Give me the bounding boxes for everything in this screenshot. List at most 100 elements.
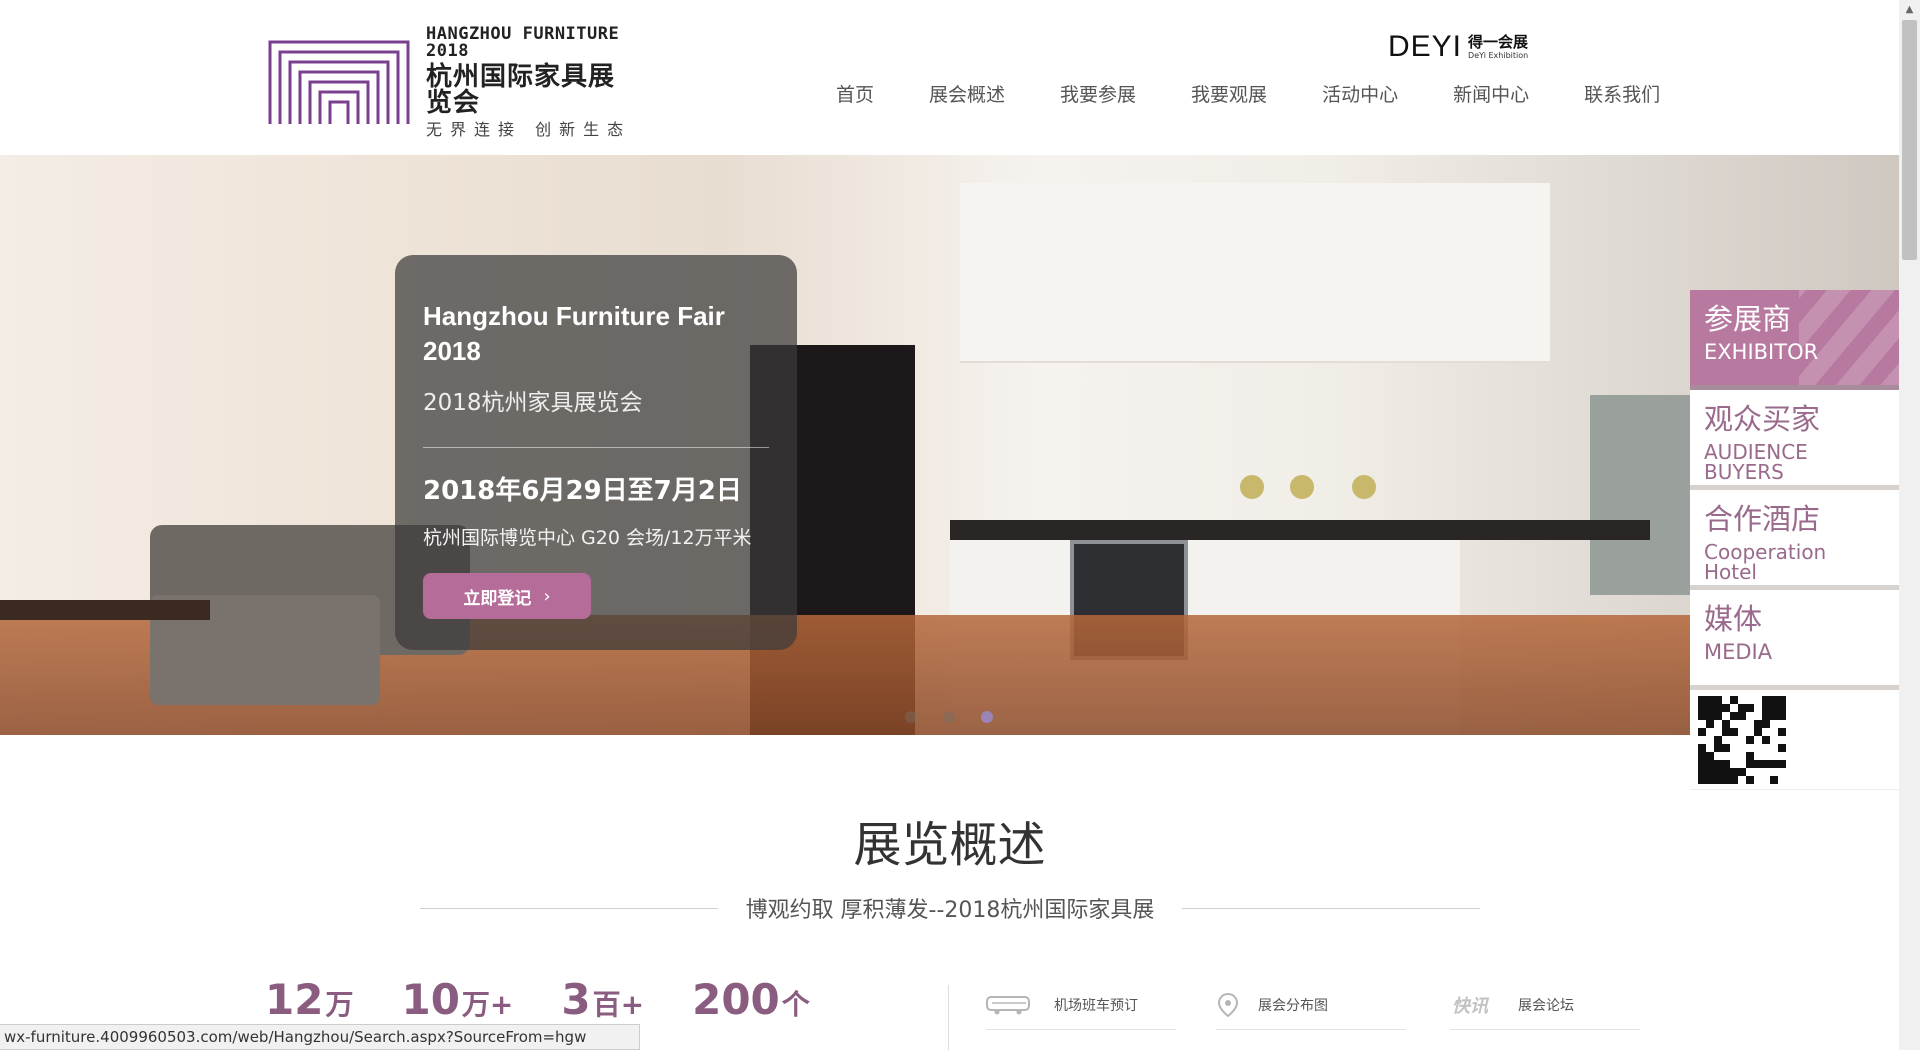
qr-module [1746,776,1754,784]
stat-number: 12 [265,975,324,1024]
logo-cn-title: 杭州国际家具展览会 [426,62,616,118]
deyi-logo[interactable]: DEYI 得一会展 DeYi Exhibition [1388,30,1528,64]
stat-area: 12 万 [265,975,353,1024]
qr-module [1778,768,1786,776]
hero-bg-plant [1352,475,1376,499]
nav-item-exhibit[interactable]: 我要参展 [1060,80,1136,107]
hero-title: Hangzhou Furniture Fair 2018 [423,301,725,367]
slide-dot[interactable] [905,711,917,723]
map-pin-icon [1216,993,1240,1017]
qr-module [1730,704,1738,712]
qr-module [1762,712,1770,720]
qr-module [1722,736,1730,744]
stats-divider [948,985,949,1050]
hero-divider [423,447,769,449]
register-button[interactable]: 立即登记 › [423,573,591,619]
qr-module [1738,752,1746,760]
divider-line [1216,1029,1406,1030]
qr-module [1714,696,1722,704]
side-item-exhibitor[interactable]: 参展商 EXHIBITOR [1690,290,1899,390]
hero-banner: Hangzhou Furniture Fair 2018 2018杭州家具展览会… [0,155,1899,735]
qr-module [1770,720,1778,728]
qr-module [1762,704,1770,712]
qr-module [1746,736,1754,744]
logo-mark-icon [268,40,410,124]
overview-subtitle: 博观约取 厚积薄发--2018杭州国际家具展 [745,898,1155,923]
site-header: HANGZHOU FURNITURE 2018 杭州国际家具展览会 无界连接 创… [0,0,1899,155]
link-floor-map[interactable]: 展会分布图 [1216,993,1328,1017]
qr-module [1762,768,1770,776]
site-logo[interactable]: HANGZHOU FURNITURE 2018 杭州国际家具展览会 无界连接 创… [268,26,638,138]
overview-title: 展览概述 [853,817,1046,873]
qr-module [1746,704,1754,712]
qr-module [1722,752,1730,760]
slide-dot[interactable] [943,711,955,723]
news-flash-icon: 快讯 [1452,996,1488,1017]
qr-module [1770,752,1778,760]
qr-module [1770,744,1778,752]
side-item-hotel[interactable]: 合作酒店 Cooperation Hotel [1690,490,1899,590]
hero-bg-counter [950,520,1650,540]
page-scrollbar[interactable]: ▲ [1899,0,1920,1050]
overview-subtitle-row: 博观约取 厚积薄发--2018杭州国际家具展 [420,892,1480,924]
qr-module [1722,728,1730,736]
qr-module [1738,744,1746,752]
stat-unit: 个 [781,988,810,1021]
stat-unit: 百+ [592,988,645,1021]
qr-module [1738,776,1746,784]
qr-module [1738,728,1746,736]
side-item-buyers[interactable]: 观众买家 AUDIENCE BUYERS [1690,390,1899,490]
qr-module [1738,768,1746,776]
slide-dot-active[interactable] [981,711,993,723]
qr-module [1714,744,1722,752]
qr-module [1754,720,1762,728]
qr-module [1706,752,1714,760]
nav-item-events[interactable]: 活动中心 [1322,80,1398,107]
qr-module [1754,752,1762,760]
qr-module [1714,768,1722,776]
nav-item-visit[interactable]: 我要观展 [1191,80,1267,107]
stat-number: 10 [401,975,460,1024]
scroll-up-arrow-icon[interactable]: ▲ [1899,0,1920,18]
qr-module [1762,776,1770,784]
qr-module [1722,704,1730,712]
qr-module [1762,696,1770,704]
qr-module [1770,728,1778,736]
qr-module [1738,720,1746,728]
hero-bg-upper-cabinets [960,183,1550,363]
qr-module [1698,712,1706,720]
link-airport-shuttle[interactable]: 机场班车预订 [986,995,1138,1015]
side-item-media[interactable]: 媒体 MEDIA [1690,590,1899,690]
qr-module [1778,776,1786,784]
link-label: 展会分布图 [1258,998,1328,1014]
qr-module [1714,712,1722,720]
qr-module [1714,728,1722,736]
nav-item-contact[interactable]: 联系我们 [1584,80,1660,107]
qr-module [1770,704,1778,712]
qr-module [1730,768,1738,776]
hero-date: 2018年6月29日至7月2日 [423,476,742,507]
hero-subtitle: 2018杭州家具展览会 [423,390,643,417]
nav-item-news[interactable]: 新闻中心 [1453,80,1529,107]
qr-code-icon [1698,696,1786,784]
qr-module [1746,728,1754,736]
nav-item-overview[interactable]: 展会概述 [929,80,1005,107]
qr-module [1762,728,1770,736]
qr-module [1762,720,1770,728]
link-forum[interactable]: 快讯 展会论坛 [1450,995,1574,1017]
nav-item-home[interactable]: 首页 [836,80,874,107]
hero-bg-plant [1240,475,1264,499]
qr-module [1738,760,1746,768]
qr-module [1754,736,1762,744]
scrollbar-thumb[interactable] [1902,20,1917,260]
qr-module [1754,728,1762,736]
slide-indicators [905,711,1019,723]
qr-module [1698,704,1706,712]
qr-module [1738,704,1746,712]
qr-module [1746,696,1754,704]
stat-exhibitors: 3 百+ [561,975,644,1024]
qr-module [1698,752,1706,760]
qr-module [1722,720,1730,728]
qr-module [1714,736,1722,744]
divider-line [420,907,718,909]
